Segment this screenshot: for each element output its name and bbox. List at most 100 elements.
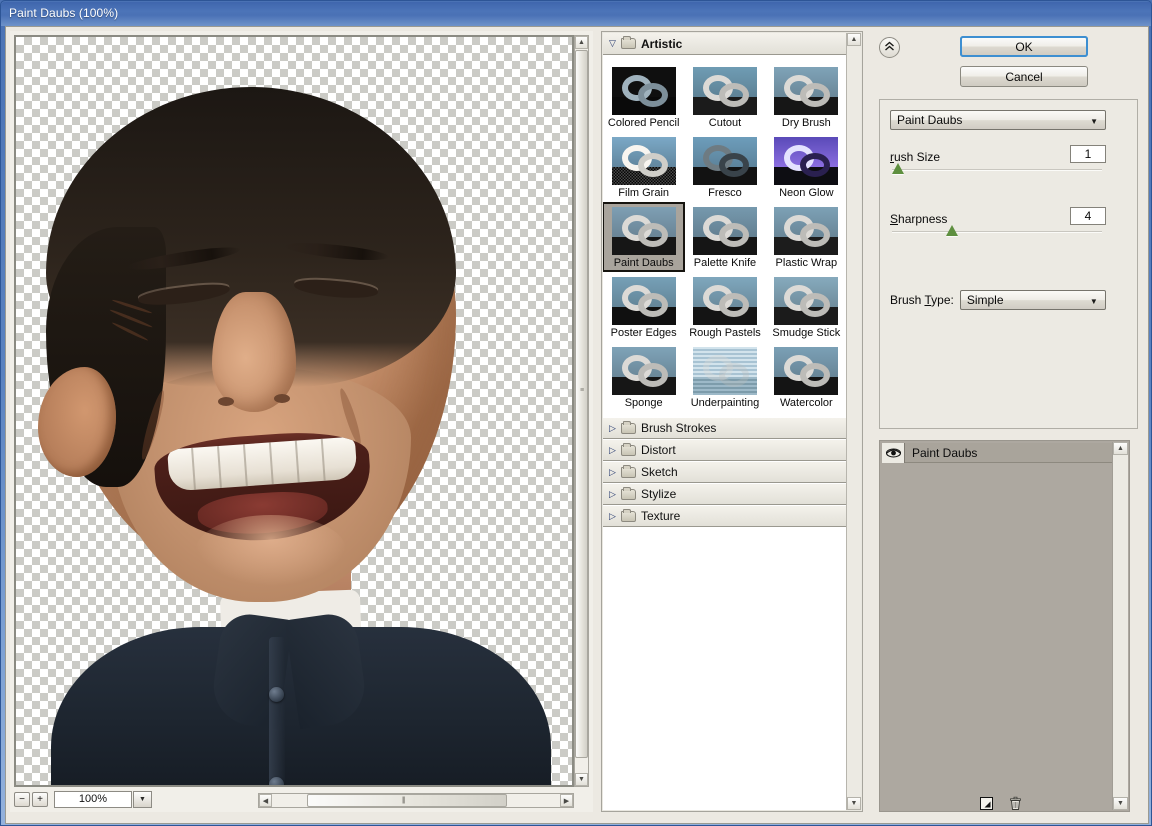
accel-char: S (890, 212, 898, 226)
filter-thumbnail-sponge[interactable]: Sponge (603, 343, 684, 411)
filter-thumbnail-neon-glow[interactable]: Neon Glow (766, 133, 847, 201)
twisty-right-icon[interactable]: ▷ (609, 423, 621, 434)
brush-size-slider-track[interactable] (892, 169, 1102, 171)
twisty-down-icon[interactable]: ▽ (609, 38, 621, 49)
double-chevron-up-icon (884, 41, 895, 55)
category-label: Brush Strokes (641, 421, 716, 435)
scroll-up-arrow-icon[interactable]: ▲ (575, 36, 588, 49)
folder-icon (621, 489, 636, 500)
category-header-sketch[interactable]: ▷ Sketch (603, 461, 847, 483)
filter-thumbnail-label: Watercolor (780, 397, 833, 409)
filter-preview-thumbnail (612, 67, 676, 115)
chevron-down-icon: ▼ (1090, 297, 1098, 306)
scroll-left-arrow-icon[interactable]: ◀ (259, 794, 272, 807)
filter-thumbnail-rough-pastels[interactable]: Rough Pastels (684, 273, 765, 341)
filter-preview-thumbnail (612, 137, 676, 185)
twisty-right-icon[interactable]: ▷ (609, 445, 621, 456)
category-header-stylize[interactable]: ▷ Stylize (603, 483, 847, 505)
filter-parameters-box: Paint Daubs ▼ rush Size 1 Sharpness 4 (879, 99, 1138, 429)
image-preview-canvas[interactable] (14, 35, 574, 787)
folder-icon (621, 511, 636, 522)
preview-vertical-scrollbar[interactable]: ▲ ≡ ▼ (574, 35, 589, 787)
filter-thumbnail-fresco[interactable]: Fresco (684, 133, 765, 201)
filter-thumbnail-colored-pencil[interactable]: Colored Pencil (603, 63, 684, 131)
layer-visibility-toggle[interactable] (882, 443, 905, 463)
filter-thumbnail-label: Underpainting (691, 397, 760, 409)
filter-thumbnail-plastic-wrap[interactable]: Plastic Wrap (766, 203, 847, 271)
param-label: Sharpness (890, 212, 947, 226)
filter-thumbnail-poster-edges[interactable]: Poster Edges (603, 273, 684, 341)
filter-preview-thumbnail (693, 67, 757, 115)
preview-horizontal-scrollbar[interactable]: ◀ ||| ▶ (258, 793, 574, 808)
brush-type-label-post: ype: (931, 293, 954, 307)
gallery-vertical-scrollbar[interactable]: ▲ ▼ (846, 33, 861, 810)
brush-type-dropdown[interactable]: Simple ▼ (960, 290, 1106, 310)
filter-thumbnail-palette-knife[interactable]: Palette Knife (684, 203, 765, 271)
scroll-up-arrow-icon[interactable]: ▲ (847, 33, 861, 46)
twisty-right-icon[interactable]: ▷ (609, 467, 621, 478)
effect-layers-list: Paint Daubs ▲ ▼ (879, 440, 1130, 812)
zoom-in-button[interactable]: + (32, 792, 48, 807)
filter-thumbnail-label: Poster Edges (611, 327, 677, 339)
category-header-artistic[interactable]: ▽ Artistic (603, 33, 847, 55)
scroll-down-arrow-icon[interactable]: ▼ (575, 773, 588, 786)
twisty-right-icon[interactable]: ▷ (609, 489, 621, 500)
param-sharpness: Sharpness 4 (890, 210, 1106, 244)
filter-select-dropdown[interactable]: Paint Daubs ▼ (890, 110, 1106, 130)
filter-preview-thumbnail (774, 347, 838, 395)
preview-image-caricature (16, 37, 572, 785)
sharpness-slider-thumb[interactable] (946, 225, 958, 236)
filter-thumbnail-label: Sponge (625, 397, 663, 409)
filter-thumbnail-smudge-stick[interactable]: Smudge Stick (766, 273, 847, 341)
param-value-field[interactable]: 1 (1070, 145, 1106, 163)
filter-thumbnail-label: Plastic Wrap (776, 257, 838, 269)
category-header-texture[interactable]: ▷ Texture (603, 505, 847, 527)
filter-thumbnail-dry-brush[interactable]: Dry Brush (766, 63, 847, 131)
filter-thumbnail-paint-daubs[interactable]: Paint Daubs (603, 203, 684, 271)
filter-preview-thumbnail (774, 137, 838, 185)
filter-thumbnail-label: Palette Knife (694, 257, 756, 269)
effect-layer-name: Paint Daubs (912, 446, 977, 460)
brush-type-value: Simple (967, 293, 1004, 307)
layers-vertical-scrollbar[interactable]: ▲ ▼ (1112, 442, 1128, 810)
scroll-up-arrow-icon[interactable]: ▲ (1113, 442, 1128, 455)
scroll-right-arrow-icon[interactable]: ▶ (560, 794, 573, 807)
brush-size-slider-thumb[interactable] (892, 163, 904, 174)
collapse-panel-button[interactable] (879, 37, 900, 58)
filter-gallery-list: ▽ Artistic Colored PencilCutoutDry Brush… (603, 33, 847, 810)
twisty-right-icon[interactable]: ▷ (609, 511, 621, 522)
filter-thumbnail-label: Smudge Stick (772, 327, 840, 339)
filter-preview-thumbnail (612, 277, 676, 325)
category-header-brush-strokes[interactable]: ▷ Brush Strokes (603, 417, 847, 439)
filter-thumbnail-label: Neon Glow (779, 187, 833, 199)
new-effect-layer-button[interactable] (979, 796, 994, 811)
delete-effect-layer-button[interactable] (1008, 796, 1023, 811)
filter-thumbnail-watercolor[interactable]: Watercolor (766, 343, 847, 411)
filter-thumbnail-cutout[interactable]: Cutout (684, 63, 765, 131)
filter-select-value: Paint Daubs (897, 113, 962, 127)
effect-layer-buttons (871, 793, 1130, 813)
param-value-field[interactable]: 4 (1070, 207, 1106, 225)
param-brush-type: Brush Type: Simple ▼ (890, 290, 1122, 310)
preview-vscroll-thumb[interactable]: ≡ (575, 50, 588, 758)
window-title: Paint Daubs (100%) (9, 6, 118, 20)
chevron-down-icon: ▼ (139, 796, 146, 803)
sharpness-slider-track[interactable] (892, 231, 1102, 233)
preview-hscroll-thumb[interactable]: ||| (307, 794, 507, 807)
effect-layer-row[interactable]: Paint Daubs (882, 443, 1113, 463)
ok-button[interactable]: OK (960, 36, 1088, 57)
trash-icon (1008, 796, 1023, 811)
zoom-dropdown-button[interactable]: ▼ (133, 791, 152, 808)
category-header-distort[interactable]: ▷ Distort (603, 439, 847, 461)
new-effect-layer-icon (979, 796, 994, 811)
zoom-level-value[interactable]: 100% (54, 791, 132, 808)
category-label: Stylize (641, 487, 676, 501)
filter-thumbnail-underpainting[interactable]: Underpainting (684, 343, 765, 411)
scroll-down-arrow-icon[interactable]: ▼ (847, 797, 861, 810)
dialog-client-area: ▲ ≡ ▼ ◀ ||| ▶ − + 100% ▼ (5, 26, 1149, 824)
filter-gallery-dialog: Paint Daubs (100%) (0, 0, 1152, 826)
filter-thumbnail-film-grain[interactable]: Film Grain (603, 133, 684, 201)
zoom-out-button[interactable]: − (14, 792, 30, 807)
param-brush-size: rush Size 1 (890, 148, 1106, 182)
cancel-button[interactable]: Cancel (960, 66, 1088, 87)
